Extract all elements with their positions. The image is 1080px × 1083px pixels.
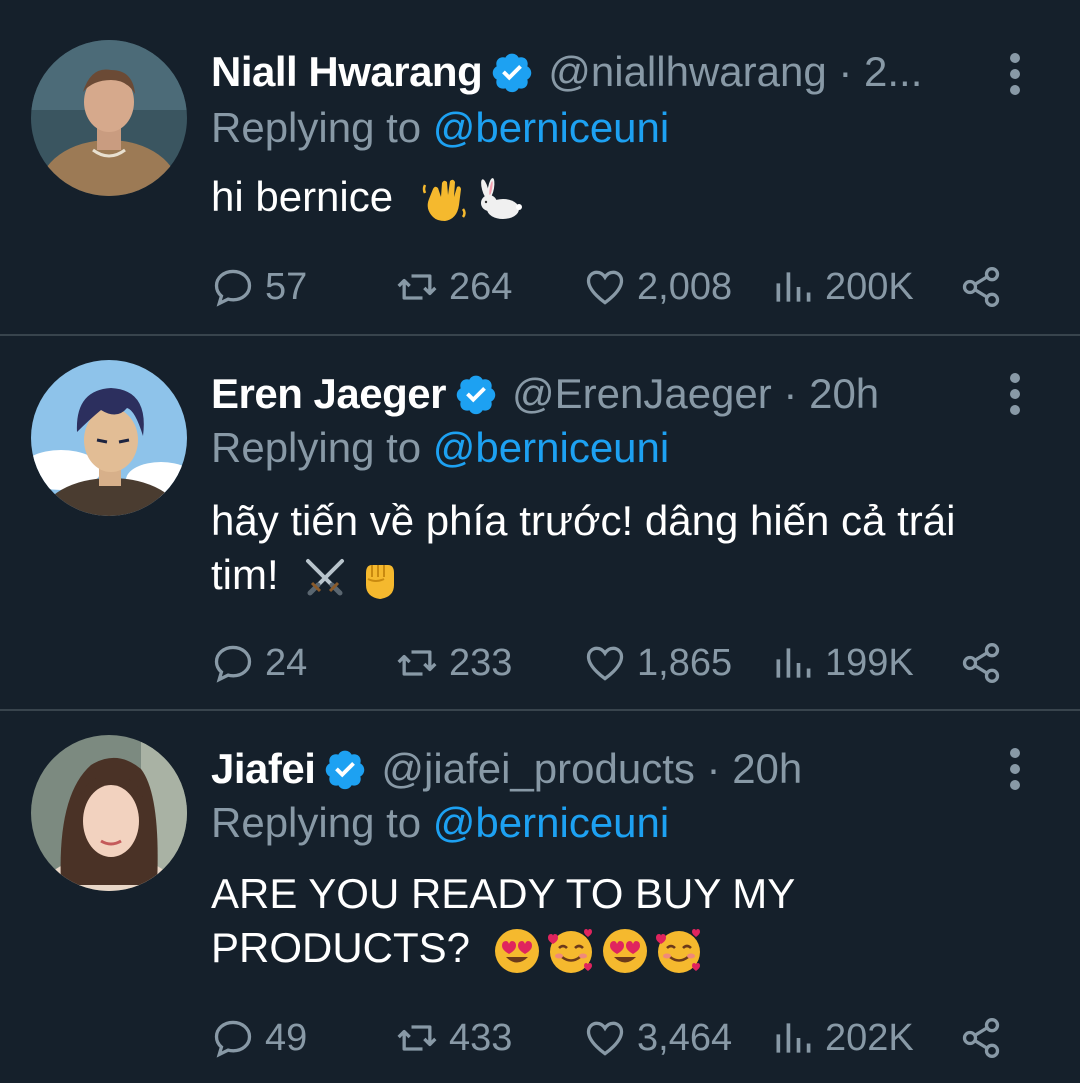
- avatar[interactable]: [31, 735, 187, 891]
- retweet-icon: [397, 274, 437, 300]
- heart-icon: [586, 646, 624, 681]
- reply-count: 57: [265, 265, 308, 308]
- reply-icon: [214, 269, 252, 307]
- views-button[interactable]: 199K: [771, 638, 914, 688]
- tweet-text-line: hãy tiến về phía trước! dâng hiến cả trá…: [211, 497, 956, 544]
- raised-fist-emoji: [354, 553, 404, 603]
- replying-to-label: Replying to: [211, 799, 433, 846]
- more-options-icon[interactable]: [1000, 745, 1030, 793]
- retweet-icon: [397, 1025, 437, 1051]
- share-button[interactable]: [959, 638, 1003, 688]
- like-count: 3,464: [637, 1016, 733, 1059]
- replying-to-label: Replying to: [211, 104, 433, 151]
- view-count: 200K: [825, 265, 914, 308]
- reply-button[interactable]: 57: [211, 262, 307, 312]
- like-button[interactable]: 2,008: [583, 262, 732, 312]
- display-name[interactable]: Jiafei: [211, 745, 316, 793]
- retweet-count: 233: [449, 641, 513, 684]
- crossed-swords-emoji: [300, 553, 350, 603]
- tweet-text: ARE YOU READY TO BUY MY PRODUCTS?: [211, 867, 1020, 976]
- share-button[interactable]: [959, 1013, 1003, 1063]
- tweet-text-line: tim!: [211, 551, 279, 598]
- smiling-face-with-hearts-emoji: [546, 926, 596, 976]
- tweet-header: Eren Jaeger @ErenJaeger · 20h: [211, 364, 1060, 424]
- reply-button[interactable]: 49: [211, 1013, 307, 1063]
- tweet-text-line: hi bernice: [211, 173, 394, 220]
- waving-hand-emoji: [419, 175, 469, 225]
- replying-to: Replying to @berniceuni: [211, 104, 669, 152]
- tweet-text: hi bernice: [211, 170, 1020, 225]
- handle[interactable]: @niallhwarang · 2...: [548, 48, 922, 96]
- retweet-button[interactable]: 233: [395, 638, 512, 688]
- reply-count: 24: [265, 641, 308, 684]
- tweet-text-line: ARE YOU READY TO BUY MY: [211, 870, 796, 917]
- reply-count: 49: [265, 1016, 308, 1059]
- tweet[interactable]: Niall Hwarang @niallhwarang · 2... Reply…: [0, 0, 1080, 334]
- avatar[interactable]: [31, 40, 187, 196]
- tweet-header: Niall Hwarang @niallhwarang · 2...: [211, 42, 1060, 102]
- retweet-icon: [397, 650, 437, 676]
- verified-badge-icon: [493, 53, 532, 93]
- reply-button[interactable]: 24: [211, 638, 307, 688]
- heart-icon: [586, 270, 624, 305]
- handle[interactable]: @ErenJaeger · 20h: [512, 370, 879, 418]
- like-count: 2,008: [637, 265, 733, 308]
- avatar[interactable]: [31, 360, 187, 516]
- view-count: 202K: [825, 1016, 914, 1059]
- verified-badge-icon: [326, 750, 365, 790]
- analytics-icon: [776, 272, 811, 302]
- heart-icon: [586, 1021, 624, 1056]
- mention-link[interactable]: @berniceuni: [433, 424, 669, 471]
- retweet-count: 264: [449, 265, 513, 308]
- display-name[interactable]: Niall Hwarang: [211, 48, 483, 96]
- tweet-feed: Niall Hwarang @niallhwarang · 2... Reply…: [0, 0, 1080, 1083]
- tweet[interactable]: Eren Jaeger @ErenJaeger · 20h Replying t…: [0, 336, 1080, 709]
- retweet-button[interactable]: 433: [395, 1013, 512, 1063]
- verified-badge-icon: [456, 375, 496, 415]
- analytics-icon: [776, 648, 811, 678]
- like-button[interactable]: 3,464: [583, 1013, 732, 1063]
- views-button[interactable]: 202K: [771, 1013, 914, 1063]
- share-icon: [962, 643, 1000, 683]
- views-button[interactable]: 200K: [771, 262, 914, 312]
- tweet[interactable]: Jiafei @jiafei_products · 20h Replying t…: [0, 711, 1080, 1083]
- heart-eyes-emoji: [600, 926, 650, 976]
- tweet-header: Jiafei @jiafei_products · 20h: [211, 739, 1060, 799]
- more-options-icon[interactable]: [1000, 50, 1030, 98]
- reply-icon: [214, 1020, 252, 1058]
- more-options-icon[interactable]: [1000, 370, 1030, 418]
- like-button[interactable]: 1,865: [583, 638, 732, 688]
- rabbit-emoji: [473, 175, 523, 225]
- heart-eyes-emoji: [492, 926, 542, 976]
- tweet-actions: 57 264 2,008 200K: [211, 262, 1031, 312]
- mention-link[interactable]: @berniceuni: [433, 104, 669, 151]
- tweet-text: hãy tiến về phía trước! dâng hiến cả trá…: [211, 494, 1020, 603]
- mention-link[interactable]: @berniceuni: [433, 799, 669, 846]
- analytics-icon: [776, 1023, 811, 1053]
- share-icon: [962, 1018, 1000, 1058]
- tweet-text-line: PRODUCTS?: [211, 924, 471, 971]
- replying-to: Replying to @berniceuni: [211, 799, 669, 847]
- handle[interactable]: @jiafei_products · 20h: [381, 745, 802, 793]
- view-count: 199K: [825, 641, 914, 684]
- retweet-count: 433: [449, 1016, 513, 1059]
- share-icon: [962, 267, 1000, 307]
- replying-to: Replying to @berniceuni: [211, 424, 669, 472]
- tweet-actions: 24 233 1,865 199K: [211, 638, 1031, 688]
- share-button[interactable]: [959, 262, 1003, 312]
- display-name[interactable]: Eren Jaeger: [211, 370, 446, 418]
- retweet-button[interactable]: 264: [395, 262, 512, 312]
- like-count: 1,865: [637, 641, 733, 684]
- reply-icon: [214, 645, 252, 683]
- tweet-actions: 49 433 3,464 202K: [211, 1013, 1031, 1063]
- replying-to-label: Replying to: [211, 424, 433, 471]
- smiling-face-with-hearts-emoji: [654, 926, 704, 976]
